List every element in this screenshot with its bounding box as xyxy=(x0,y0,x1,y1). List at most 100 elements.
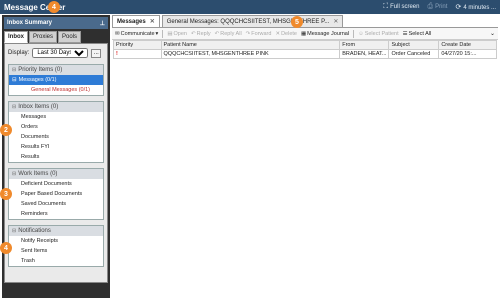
reply-icon: ↶ xyxy=(190,30,196,37)
open-icon: ▤ xyxy=(167,30,173,37)
delete-label: Delete xyxy=(281,30,297,37)
communicate-label: Communicate xyxy=(120,30,155,37)
column-header-patient-name[interactable]: Patient Name xyxy=(160,40,341,50)
tab-proxies[interactable]: Proxies xyxy=(29,31,58,43)
display-label: Display: xyxy=(8,50,30,56)
open-label: Open xyxy=(173,30,187,37)
group-title: Inbox Items (0) xyxy=(18,104,59,110)
collapse-icon: ⊟ xyxy=(12,171,17,177)
cell-subject: Order Canceled xyxy=(388,49,440,59)
column-header-subject[interactable]: Subject xyxy=(388,40,440,50)
sidebar-item-notify-receipts[interactable]: Notify Receipts xyxy=(9,236,103,246)
inbox-sidebar: Inbox Summary ⊥ Inbox Proxies Pools Disp… xyxy=(2,15,110,298)
sidebar-tabs: Inbox Proxies Pools xyxy=(4,31,108,43)
column-header-from[interactable]: From xyxy=(339,40,390,50)
priority-icon: ! xyxy=(113,49,162,59)
refresh-icon: ⟳ xyxy=(455,4,462,11)
work-items-group: ⊟ Work Items (0) Deficient Documents Pape… xyxy=(8,168,104,220)
tab-messages[interactable]: Messages ✕ xyxy=(112,15,160,27)
sidebar-item-results[interactable]: Results xyxy=(9,152,103,162)
expand-icon: ⊟ xyxy=(12,77,17,83)
sidebar-item-general-messages[interactable]: General Messages (0/1) xyxy=(9,85,103,95)
group-title: Work Items (0) xyxy=(18,171,58,177)
journal-icon: ▦ xyxy=(300,30,307,37)
display-more-button[interactable]: ... xyxy=(91,48,102,58)
display-select[interactable]: Last 30 Days xyxy=(32,48,89,58)
sidebar-item-orders[interactable]: Orders xyxy=(9,122,103,132)
forward-icon: ↷ xyxy=(245,30,251,37)
sidebar-item-messages[interactable]: Messages xyxy=(9,112,103,122)
cell-patient-name: QQQCHCSIITEST, MHSGENTHREE PINK xyxy=(160,49,341,59)
display-row: Display: Last 30 Days ... xyxy=(8,48,104,58)
inbox-summary-header: Inbox Summary ⊥ xyxy=(4,17,108,29)
delete-icon: ✕ xyxy=(275,30,281,37)
toolbar-divider xyxy=(353,29,355,38)
fullscreen-button[interactable]: ⛶ Full screen xyxy=(383,3,419,11)
sidebar-item-documents[interactable]: Documents xyxy=(9,132,103,142)
forward-label: Forward xyxy=(251,30,272,37)
collapse-icon: ⊟ xyxy=(12,67,17,73)
reply-all-label: Reply All xyxy=(220,30,242,37)
print-button[interactable]: ⎙ Print xyxy=(427,3,447,11)
notifications-group: ⊟ Notifications Notify Receipts Sent Item… xyxy=(8,225,104,267)
sidebar-item-trash[interactable]: Trash xyxy=(9,256,103,266)
collapse-icon: ⊟ xyxy=(12,104,17,110)
select-patient-button[interactable]: ☺ Select Patient xyxy=(358,31,399,37)
print-label: Print xyxy=(435,4,448,10)
fullscreen-label: Full screen xyxy=(390,4,420,10)
group-header[interactable]: ⊟ Work Items (0) xyxy=(9,169,103,179)
toolbar-divider xyxy=(162,29,164,38)
tab-label: Messages xyxy=(117,18,146,25)
annotation-badge: 4 xyxy=(0,242,12,254)
sidebar-item-label: Messages (0/1) xyxy=(18,77,57,83)
delete-button[interactable]: ✕ Delete xyxy=(275,31,297,37)
message-journal-button[interactable]: ▦ Message Journal xyxy=(301,31,349,37)
title-bar: Message Center ⛶ Full screen ⎙ Print ⟳ 4 mi… xyxy=(0,0,500,14)
tab-general-messages[interactable]: General Messages: QQQCHCSIITEST, MHSGENT… xyxy=(161,15,344,27)
open-button[interactable]: ▤ Open xyxy=(167,31,187,37)
chevron-down-icon[interactable]: ⌄ xyxy=(490,30,495,37)
sidebar-item-reminders[interactable]: Reminders xyxy=(9,209,103,219)
reply-label: Reply xyxy=(196,30,211,37)
inbox-summary-title: Inbox Summary xyxy=(7,20,53,26)
group-header[interactable]: ⊟ Inbox Items (0) xyxy=(9,102,103,112)
tab-pools[interactable]: Pools xyxy=(58,31,82,43)
forward-button[interactable]: ↷ Forward xyxy=(246,31,272,37)
sidebar-item-sent-items[interactable]: Sent Items xyxy=(9,246,103,256)
reply-all-button[interactable]: ↶ Reply All xyxy=(215,31,242,37)
annotation-badge: 3 xyxy=(0,188,12,200)
tab-inbox[interactable]: Inbox xyxy=(4,31,28,43)
sidebar-item-saved-documents[interactable]: Saved Documents xyxy=(9,199,103,209)
select-all-icon: ☰ xyxy=(402,30,408,37)
refresh-button[interactable]: ⟳ 4 minutes ... xyxy=(455,3,496,11)
select-all-label: Select All xyxy=(408,30,432,37)
reply-button[interactable]: ↶ Reply xyxy=(191,31,211,37)
select-patient-label: Select Patient xyxy=(364,30,399,37)
close-icon[interactable]: ✕ xyxy=(333,18,338,25)
column-header-create-date[interactable]: Create Date xyxy=(438,40,497,50)
sidebar-item-messages-priority[interactable]: ⊟ Messages (0/1) xyxy=(9,75,103,85)
close-icon[interactable]: ✕ xyxy=(150,18,155,25)
patient-icon: ☺ xyxy=(358,30,364,37)
annotation-badge: 2 xyxy=(0,124,12,136)
column-header-priority[interactable]: Priority xyxy=(113,40,162,50)
communicate-icon: ✉ xyxy=(115,30,120,37)
annotation-badge: 5 xyxy=(291,16,303,28)
select-all-button[interactable]: ☰ Select All xyxy=(403,31,432,37)
group-header[interactable]: ⊟ Notifications xyxy=(9,226,103,236)
group-title: Notifications xyxy=(18,228,51,234)
communicate-button[interactable]: ✉ Communicate ▾ xyxy=(115,31,158,37)
table-row[interactable]: ! QQQCHCSIITEST, MHSGENTHREE PINK BRADEN… xyxy=(113,49,497,59)
annotation-badge: 4 xyxy=(48,1,60,13)
cell-from: BRADEN, HEAT... xyxy=(339,49,390,59)
inbox-items-group: ⊟ Inbox Items (0) Messages Orders Documen… xyxy=(8,101,104,163)
sidebar-item-results-fyi[interactable]: Results FYI xyxy=(9,142,103,152)
sidebar-item-deficient-documents[interactable]: Deficient Documents xyxy=(9,179,103,189)
sidebar-item-paper-based-documents[interactable]: Paper Based Documents xyxy=(9,189,103,199)
tab-label: General Messages: QQQCHCSIITEST, MHSGENT… xyxy=(166,18,330,25)
group-header[interactable]: ⊟ Priority Items (0) xyxy=(9,65,103,75)
pin-icon[interactable]: ⊥ xyxy=(100,20,105,27)
collapse-icon: ⊟ xyxy=(12,228,17,234)
reply-all-icon: ↶ xyxy=(214,30,220,37)
fullscreen-icon: ⛶ xyxy=(383,3,389,10)
